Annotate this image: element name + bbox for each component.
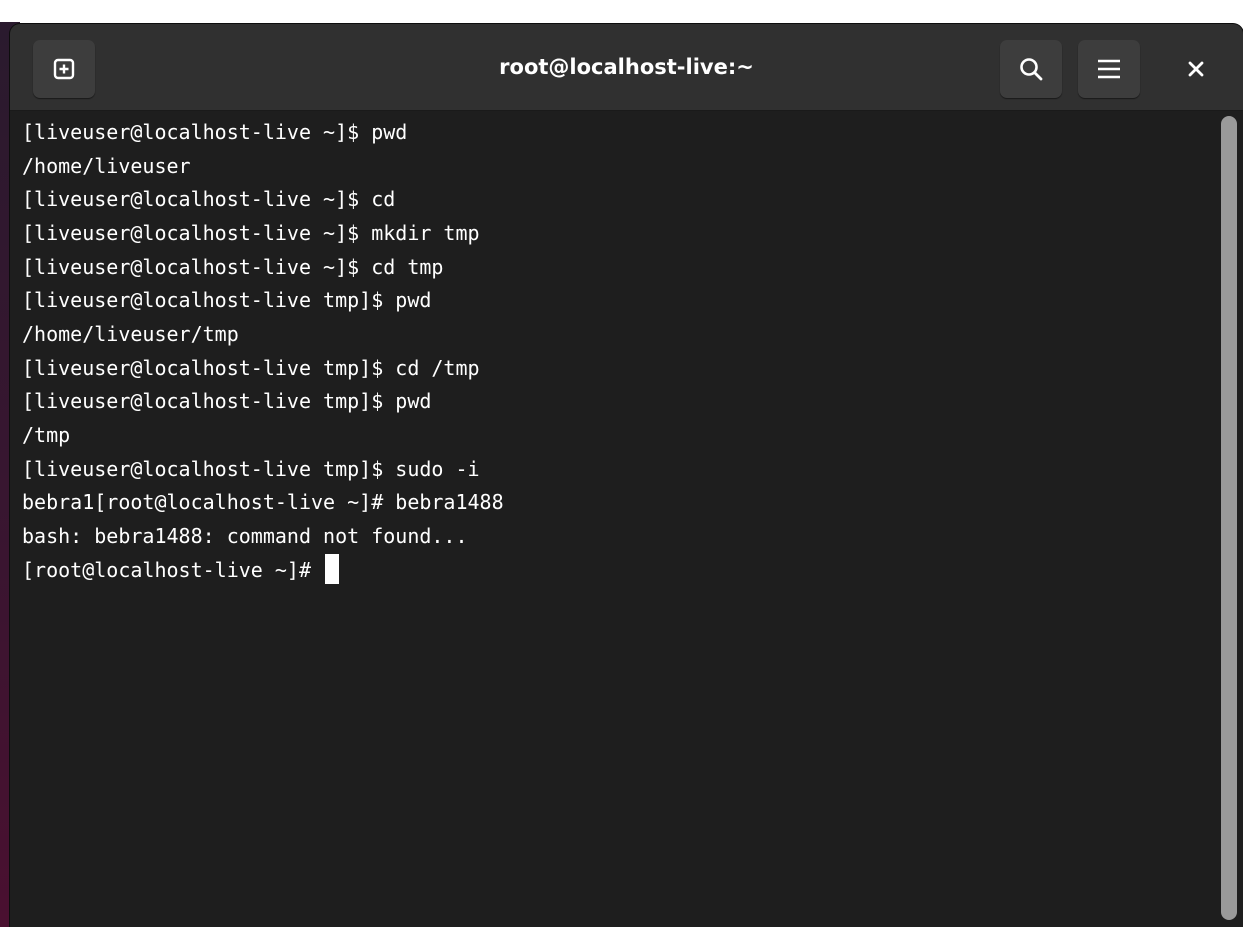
new-tab-plus-box-icon — [53, 58, 75, 80]
search-icon — [1020, 58, 1043, 81]
text-cursor — [325, 554, 340, 584]
terminal-line: [liveuser@localhost-live ~]$ cd — [22, 187, 396, 211]
terminal-line: [liveuser@localhost-live tmp]$ sudo -i — [22, 457, 480, 481]
background-document-strip — [0, 0, 1243, 22]
terminal-output[interactable]: [liveuser@localhost-live ~]$ pwd /home/l… — [10, 111, 1215, 927]
scrollbar-thumb[interactable] — [1221, 116, 1237, 920]
terminal-line: [liveuser@localhost-live tmp]$ pwd — [22, 389, 432, 413]
close-icon — [1188, 61, 1204, 77]
terminal-line: [liveuser@localhost-live ~]$ cd tmp — [22, 255, 444, 279]
terminal-prompt: [root@localhost-live ~]# — [22, 558, 324, 582]
terminal-line: bash: bebra1488: command not found... — [22, 524, 468, 548]
close-button[interactable] — [1166, 40, 1226, 98]
menu-button[interactable] — [1078, 40, 1140, 98]
header-bar: root@localhost-live:~ — [10, 24, 1243, 111]
terminal-line: [liveuser@localhost-live ~]$ mkdir tmp — [22, 221, 480, 245]
terminal-line: bebra1[root@localhost-live ~]# bebra1488 — [22, 490, 504, 514]
terminal-prompt-line: [root@localhost-live ~]# — [22, 553, 340, 587]
terminal-line: [liveuser@localhost-live ~]$ pwd — [22, 120, 408, 144]
hamburger-menu-icon — [1098, 59, 1120, 79]
terminal-line: /tmp — [22, 423, 71, 447]
search-button[interactable] — [1000, 40, 1062, 98]
new-tab-button[interactable] — [33, 40, 95, 98]
terminal-line: /home/liveuser/tmp — [22, 322, 239, 346]
terminal-line: /home/liveuser — [22, 154, 191, 178]
terminal-line: [liveuser@localhost-live tmp]$ pwd — [22, 288, 432, 312]
terminal-line: [liveuser@localhost-live tmp]$ cd /tmp — [22, 356, 480, 380]
